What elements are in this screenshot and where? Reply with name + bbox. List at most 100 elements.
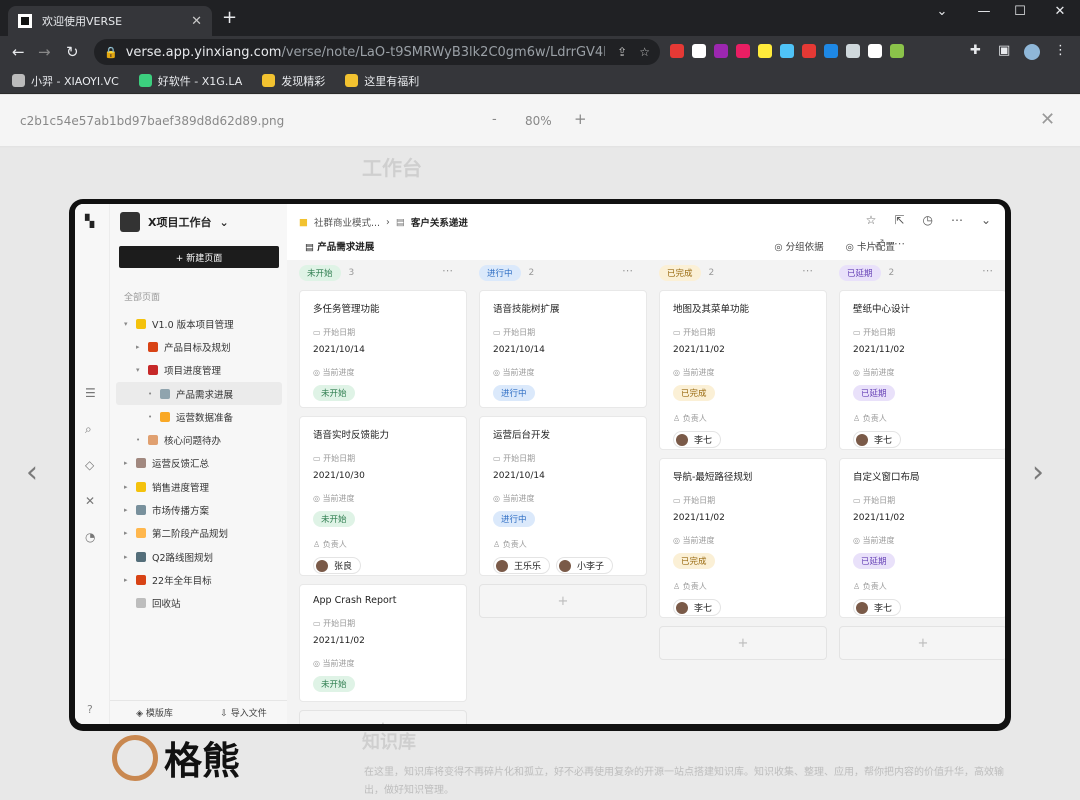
caret-icon[interactable]: ▸ bbox=[124, 483, 132, 491]
extension-icon[interactable] bbox=[824, 44, 838, 58]
sidebar-item[interactable]: ▸ 运营反馈汇总 bbox=[116, 452, 282, 475]
history-icon[interactable]: ◷ bbox=[922, 213, 932, 227]
kanban-card[interactable]: 运营后台开发 ▭ 开始日期 2021/10/14 ◎ 当前进度 进行中 ♙ 负责人 王乐乐 小… bbox=[479, 416, 647, 576]
kanban-card[interactable]: 地图及其菜单功能 ▭ 开始日期 2021/11/02 ◎ 当前进度 已完成 ♙ 负责人 李七 bbox=[659, 290, 827, 450]
sidebar-item[interactable]: ▾ V1.0 版本项目管理 bbox=[116, 312, 282, 335]
extension-icon[interactable] bbox=[736, 44, 750, 58]
import-file-button[interactable]: ⇩ 导入文件 bbox=[199, 706, 288, 719]
owner-chip[interactable]: 李七 bbox=[853, 431, 902, 448]
template-library-button[interactable]: ◈ 模版库 bbox=[110, 706, 199, 719]
profile-avatar[interactable] bbox=[1024, 44, 1040, 60]
forward-icon[interactable]: → bbox=[38, 43, 51, 61]
help-icon[interactable]: ? bbox=[87, 703, 93, 716]
collapse-icon[interactable]: ⌄ bbox=[981, 213, 991, 227]
bookmark-item[interactable]: 小羿 - XIAOYI.VC bbox=[12, 73, 119, 89]
zoom-out-button[interactable]: - bbox=[492, 112, 497, 127]
column-more-icon[interactable]: ⋯ bbox=[622, 264, 633, 277]
caret-icon[interactable]: ▾ bbox=[124, 320, 132, 328]
owner-chip[interactable]: 李七 bbox=[853, 599, 902, 616]
owner-chip[interactable]: 小李子 bbox=[556, 557, 614, 574]
new-page-button[interactable]: + 新建页面 bbox=[119, 246, 279, 268]
kanban-card[interactable]: App Crash Report ▭ 开始日期 2021/11/02 ◎ 当前进度 未开… bbox=[299, 584, 467, 702]
browser-tab[interactable]: 欢迎使用VERSE ✕ bbox=[8, 6, 212, 36]
caret-icon[interactable]: • bbox=[148, 390, 156, 398]
breadcrumb-item[interactable]: 社群商业模式... bbox=[314, 215, 380, 229]
caret-icon[interactable]: ▸ bbox=[136, 343, 144, 351]
add-card-button[interactable]: + bbox=[659, 626, 827, 660]
caret-icon[interactable]: ▸ bbox=[124, 553, 132, 561]
tools-icon[interactable]: ✕ bbox=[85, 494, 95, 508]
owner-chip[interactable]: 王乐乐 bbox=[493, 557, 551, 574]
tab-close-icon[interactable]: ✕ bbox=[191, 14, 202, 29]
owner-chip[interactable]: 张良 bbox=[313, 557, 362, 574]
kanban-card[interactable]: 语音技能树扩展 ▭ 开始日期 2021/10/14 ◎ 当前进度 进行中 bbox=[479, 290, 647, 408]
caret-icon[interactable]: ▸ bbox=[124, 506, 132, 514]
prev-image-button[interactable]: ‹ bbox=[26, 455, 38, 490]
search-icon[interactable]: ⌕ bbox=[85, 422, 92, 437]
sidebar-item[interactable]: ▸ 市场传播方案 bbox=[116, 498, 282, 521]
new-tab-button[interactable]: + bbox=[222, 8, 237, 28]
add-card-button[interactable]: + bbox=[839, 626, 1005, 660]
group-by-button[interactable]: ◎ 分组依据 bbox=[774, 239, 823, 253]
sidebar-item[interactable]: ▸ 产品目标及规划 bbox=[116, 335, 282, 358]
bookmark-item[interactable]: 这里有福利 bbox=[345, 73, 419, 89]
caret-icon[interactable]: • bbox=[136, 436, 144, 444]
bell-icon[interactable]: ◔ bbox=[85, 530, 95, 544]
open-external-icon[interactable]: ⇱ bbox=[894, 213, 904, 227]
sidebar-item[interactable]: ▸ 22年全年目标 bbox=[116, 568, 282, 591]
pages-icon[interactable]: ☰ bbox=[85, 386, 96, 400]
extension-icon[interactable] bbox=[670, 44, 684, 58]
zoom-in-button[interactable]: + bbox=[574, 110, 587, 128]
extension-icon[interactable] bbox=[802, 44, 816, 58]
extension-icon[interactable] bbox=[692, 44, 706, 58]
maximize-icon[interactable]: ☐ bbox=[1008, 4, 1032, 19]
kanban-card[interactable]: 语音实时反馈能力 ▭ 开始日期 2021/10/30 ◎ 当前进度 未开始 ♙ 负责人 张良 bbox=[299, 416, 467, 576]
more-icon[interactable]: ⋯ bbox=[951, 213, 963, 227]
sidebar-item[interactable]: • 运营数据准备 bbox=[116, 405, 282, 428]
sidebar-item[interactable]: ▾ 项目进度管理 bbox=[116, 359, 282, 382]
column-more-icon[interactable]: ⋯ bbox=[442, 264, 453, 277]
close-window-icon[interactable]: ✕ bbox=[1048, 4, 1072, 19]
column-more-icon[interactable]: ⋯ bbox=[802, 264, 813, 277]
add-card-button[interactable]: + bbox=[299, 710, 467, 724]
extension-icon[interactable] bbox=[714, 44, 728, 58]
kanban-card[interactable]: 导航-最短路径规划 ▭ 开始日期 2021/11/02 ◎ 当前进度 已完成 ♙ 负责人李… bbox=[659, 458, 827, 618]
sidebar-item[interactable]: ▸ 第二阶段产品规划 bbox=[116, 522, 282, 545]
expand-icon[interactable]: ⤢ ⋯ bbox=[875, 237, 905, 251]
view-title[interactable]: ▤ 产品需求进展 bbox=[305, 239, 374, 253]
sidebar-item[interactable]: ▸ 销售进度管理 bbox=[116, 475, 282, 498]
bookmark-item[interactable]: 好软件 - X1G.LA bbox=[138, 73, 242, 89]
extension-icon[interactable] bbox=[780, 44, 794, 58]
extension-icon[interactable] bbox=[758, 44, 772, 58]
next-image-button[interactable]: › bbox=[1032, 455, 1044, 490]
owner-chip[interactable]: 李七 bbox=[673, 599, 722, 616]
tag-icon[interactable]: ◇ bbox=[85, 458, 94, 472]
menu-kebab-icon[interactable]: ⋮ bbox=[1054, 43, 1067, 58]
owner-chip[interactable]: 李七 bbox=[673, 431, 722, 448]
caret-icon[interactable]: ▸ bbox=[124, 529, 132, 537]
address-bar[interactable]: 🔒 verse.app.yinxiang.com /verse/note/LaO… bbox=[94, 39, 660, 65]
star-icon[interactable]: ☆ bbox=[639, 45, 650, 59]
chevron-down-icon[interactable]: ⌄ bbox=[930, 4, 954, 19]
caret-icon[interactable]: ▸ bbox=[124, 576, 132, 584]
breadcrumb-current[interactable]: 客户关系递进 bbox=[411, 215, 468, 229]
extension-icon[interactable] bbox=[846, 44, 860, 58]
sidepanel-icon[interactable]: ▣ bbox=[998, 43, 1010, 58]
sidebar-item[interactable]: • 产品需求进展 bbox=[116, 381, 282, 406]
extension-icon[interactable] bbox=[890, 44, 904, 58]
kanban-card[interactable]: 壁纸中心设计 ▭ 开始日期 2021/11/02 ◎ 当前进度 已延期 ♙ 负责人 李七 bbox=[839, 290, 1005, 450]
column-more-icon[interactable]: ⋯ bbox=[982, 264, 993, 277]
kanban-card[interactable]: 自定义窗口布局 ▭ 开始日期 2021/11/02 ◎ 当前进度 已延期 ♙ 负责人 李七 bbox=[839, 458, 1005, 618]
star-icon[interactable]: ☆ bbox=[866, 213, 877, 227]
minimize-icon[interactable]: — bbox=[972, 4, 996, 19]
close-icon[interactable]: ✕ bbox=[1040, 109, 1055, 130]
share-icon[interactable]: ⇪ bbox=[617, 45, 627, 59]
caret-icon[interactable]: ▾ bbox=[136, 366, 144, 374]
reload-icon[interactable]: ↻ bbox=[66, 43, 79, 61]
sidebar-item[interactable]: • 核心问题待办 bbox=[116, 428, 282, 451]
puzzle-icon[interactable]: ✚ bbox=[970, 43, 981, 58]
extension-icon[interactable] bbox=[868, 44, 882, 58]
bookmark-item[interactable]: 发现精彩 bbox=[262, 73, 325, 89]
back-icon[interactable]: ← bbox=[12, 43, 25, 61]
sidebar-item[interactable]: 回收站 bbox=[116, 592, 282, 615]
